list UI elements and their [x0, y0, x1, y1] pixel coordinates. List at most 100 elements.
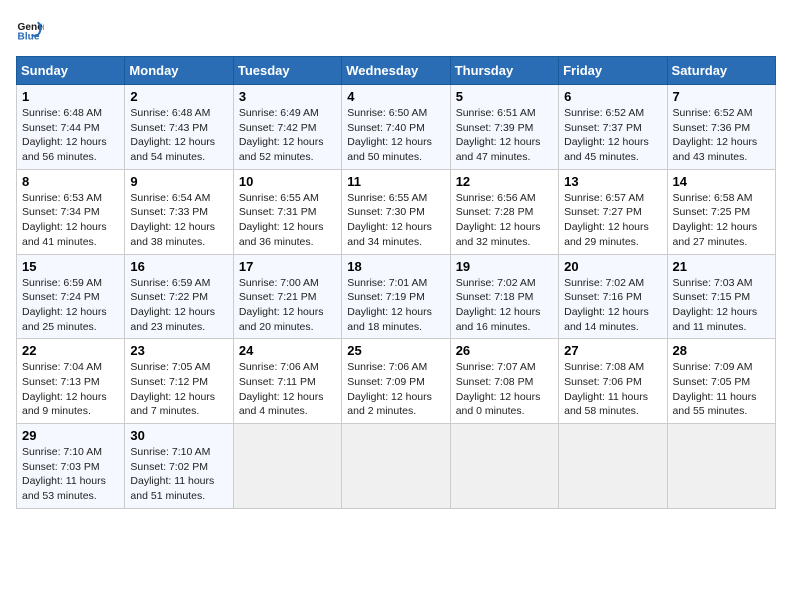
day-info: Sunrise: 6:56 AM Sunset: 7:28 PM Dayligh…	[456, 191, 553, 250]
day-info: Sunrise: 6:49 AM Sunset: 7:42 PM Dayligh…	[239, 106, 336, 165]
day-number: 28	[673, 343, 770, 358]
calendar-cell	[233, 424, 341, 509]
day-info: Sunrise: 7:02 AM Sunset: 7:18 PM Dayligh…	[456, 276, 553, 335]
day-number: 30	[130, 428, 227, 443]
day-info: Sunrise: 7:09 AM Sunset: 7:05 PM Dayligh…	[673, 360, 770, 419]
calendar-cell: 1 Sunrise: 6:48 AM Sunset: 7:44 PM Dayli…	[17, 85, 125, 170]
day-number: 29	[22, 428, 119, 443]
day-info: Sunrise: 6:54 AM Sunset: 7:33 PM Dayligh…	[130, 191, 227, 250]
calendar-cell: 13 Sunrise: 6:57 AM Sunset: 7:27 PM Dayl…	[559, 169, 667, 254]
calendar-cell: 26 Sunrise: 7:07 AM Sunset: 7:08 PM Dayl…	[450, 339, 558, 424]
day-number: 2	[130, 89, 227, 104]
calendar-cell	[342, 424, 450, 509]
day-info: Sunrise: 6:50 AM Sunset: 7:40 PM Dayligh…	[347, 106, 444, 165]
day-info: Sunrise: 6:51 AM Sunset: 7:39 PM Dayligh…	[456, 106, 553, 165]
day-info: Sunrise: 7:03 AM Sunset: 7:15 PM Dayligh…	[673, 276, 770, 335]
day-info: Sunrise: 6:52 AM Sunset: 7:36 PM Dayligh…	[673, 106, 770, 165]
header-thursday: Thursday	[450, 57, 558, 85]
day-info: Sunrise: 7:00 AM Sunset: 7:21 PM Dayligh…	[239, 276, 336, 335]
day-number: 22	[22, 343, 119, 358]
day-number: 8	[22, 174, 119, 189]
day-number: 10	[239, 174, 336, 189]
calendar-table: SundayMondayTuesdayWednesdayThursdayFrid…	[16, 56, 776, 509]
calendar-cell: 22 Sunrise: 7:04 AM Sunset: 7:13 PM Dayl…	[17, 339, 125, 424]
day-number: 7	[673, 89, 770, 104]
calendar-cell: 28 Sunrise: 7:09 AM Sunset: 7:05 PM Dayl…	[667, 339, 775, 424]
day-number: 20	[564, 259, 661, 274]
calendar-week-row: 22 Sunrise: 7:04 AM Sunset: 7:13 PM Dayl…	[17, 339, 776, 424]
day-info: Sunrise: 6:55 AM Sunset: 7:31 PM Dayligh…	[239, 191, 336, 250]
calendar-cell: 12 Sunrise: 6:56 AM Sunset: 7:28 PM Dayl…	[450, 169, 558, 254]
day-number: 6	[564, 89, 661, 104]
calendar-cell: 30 Sunrise: 7:10 AM Sunset: 7:02 PM Dayl…	[125, 424, 233, 509]
calendar-cell: 3 Sunrise: 6:49 AM Sunset: 7:42 PM Dayli…	[233, 85, 341, 170]
calendar-cell: 7 Sunrise: 6:52 AM Sunset: 7:36 PM Dayli…	[667, 85, 775, 170]
day-number: 11	[347, 174, 444, 189]
day-info: Sunrise: 7:08 AM Sunset: 7:06 PM Dayligh…	[564, 360, 661, 419]
day-number: 24	[239, 343, 336, 358]
day-number: 21	[673, 259, 770, 274]
day-info: Sunrise: 6:48 AM Sunset: 7:44 PM Dayligh…	[22, 106, 119, 165]
day-info: Sunrise: 7:01 AM Sunset: 7:19 PM Dayligh…	[347, 276, 444, 335]
header-friday: Friday	[559, 57, 667, 85]
page-header: General Blue	[16, 16, 776, 44]
day-number: 27	[564, 343, 661, 358]
day-info: Sunrise: 6:59 AM Sunset: 7:22 PM Dayligh…	[130, 276, 227, 335]
calendar-cell: 10 Sunrise: 6:55 AM Sunset: 7:31 PM Dayl…	[233, 169, 341, 254]
calendar-week-row: 15 Sunrise: 6:59 AM Sunset: 7:24 PM Dayl…	[17, 254, 776, 339]
calendar-cell	[667, 424, 775, 509]
day-number: 3	[239, 89, 336, 104]
header-saturday: Saturday	[667, 57, 775, 85]
day-info: Sunrise: 6:58 AM Sunset: 7:25 PM Dayligh…	[673, 191, 770, 250]
calendar-cell: 4 Sunrise: 6:50 AM Sunset: 7:40 PM Dayli…	[342, 85, 450, 170]
day-number: 9	[130, 174, 227, 189]
day-info: Sunrise: 7:10 AM Sunset: 7:02 PM Dayligh…	[130, 445, 227, 504]
calendar-cell: 29 Sunrise: 7:10 AM Sunset: 7:03 PM Dayl…	[17, 424, 125, 509]
day-info: Sunrise: 7:10 AM Sunset: 7:03 PM Dayligh…	[22, 445, 119, 504]
svg-text:Blue: Blue	[18, 31, 40, 42]
day-info: Sunrise: 6:59 AM Sunset: 7:24 PM Dayligh…	[22, 276, 119, 335]
calendar-cell: 23 Sunrise: 7:05 AM Sunset: 7:12 PM Dayl…	[125, 339, 233, 424]
calendar-cell: 9 Sunrise: 6:54 AM Sunset: 7:33 PM Dayli…	[125, 169, 233, 254]
day-info: Sunrise: 6:55 AM Sunset: 7:30 PM Dayligh…	[347, 191, 444, 250]
day-info: Sunrise: 7:06 AM Sunset: 7:09 PM Dayligh…	[347, 360, 444, 419]
calendar-cell: 14 Sunrise: 6:58 AM Sunset: 7:25 PM Dayl…	[667, 169, 775, 254]
calendar-cell: 24 Sunrise: 7:06 AM Sunset: 7:11 PM Dayl…	[233, 339, 341, 424]
calendar-cell: 27 Sunrise: 7:08 AM Sunset: 7:06 PM Dayl…	[559, 339, 667, 424]
logo: General Blue	[16, 16, 48, 44]
day-number: 1	[22, 89, 119, 104]
day-number: 19	[456, 259, 553, 274]
day-number: 17	[239, 259, 336, 274]
day-number: 23	[130, 343, 227, 358]
calendar-cell: 17 Sunrise: 7:00 AM Sunset: 7:21 PM Dayl…	[233, 254, 341, 339]
calendar-cell: 18 Sunrise: 7:01 AM Sunset: 7:19 PM Dayl…	[342, 254, 450, 339]
day-number: 12	[456, 174, 553, 189]
header-monday: Monday	[125, 57, 233, 85]
calendar-week-row: 29 Sunrise: 7:10 AM Sunset: 7:03 PM Dayl…	[17, 424, 776, 509]
day-number: 5	[456, 89, 553, 104]
day-number: 15	[22, 259, 119, 274]
calendar-cell: 19 Sunrise: 7:02 AM Sunset: 7:18 PM Dayl…	[450, 254, 558, 339]
calendar-cell	[559, 424, 667, 509]
day-number: 14	[673, 174, 770, 189]
day-info: Sunrise: 6:57 AM Sunset: 7:27 PM Dayligh…	[564, 191, 661, 250]
day-number: 18	[347, 259, 444, 274]
day-info: Sunrise: 6:53 AM Sunset: 7:34 PM Dayligh…	[22, 191, 119, 250]
day-number: 26	[456, 343, 553, 358]
calendar-week-row: 1 Sunrise: 6:48 AM Sunset: 7:44 PM Dayli…	[17, 85, 776, 170]
header-tuesday: Tuesday	[233, 57, 341, 85]
calendar-cell: 25 Sunrise: 7:06 AM Sunset: 7:09 PM Dayl…	[342, 339, 450, 424]
calendar-cell: 11 Sunrise: 6:55 AM Sunset: 7:30 PM Dayl…	[342, 169, 450, 254]
day-info: Sunrise: 7:04 AM Sunset: 7:13 PM Dayligh…	[22, 360, 119, 419]
logo-icon: General Blue	[16, 16, 44, 44]
header-sunday: Sunday	[17, 57, 125, 85]
day-number: 25	[347, 343, 444, 358]
calendar-cell: 20 Sunrise: 7:02 AM Sunset: 7:16 PM Dayl…	[559, 254, 667, 339]
calendar-header-row: SundayMondayTuesdayWednesdayThursdayFrid…	[17, 57, 776, 85]
calendar-week-row: 8 Sunrise: 6:53 AM Sunset: 7:34 PM Dayli…	[17, 169, 776, 254]
day-number: 4	[347, 89, 444, 104]
day-info: Sunrise: 6:48 AM Sunset: 7:43 PM Dayligh…	[130, 106, 227, 165]
header-wednesday: Wednesday	[342, 57, 450, 85]
day-info: Sunrise: 7:07 AM Sunset: 7:08 PM Dayligh…	[456, 360, 553, 419]
calendar-cell: 5 Sunrise: 6:51 AM Sunset: 7:39 PM Dayli…	[450, 85, 558, 170]
